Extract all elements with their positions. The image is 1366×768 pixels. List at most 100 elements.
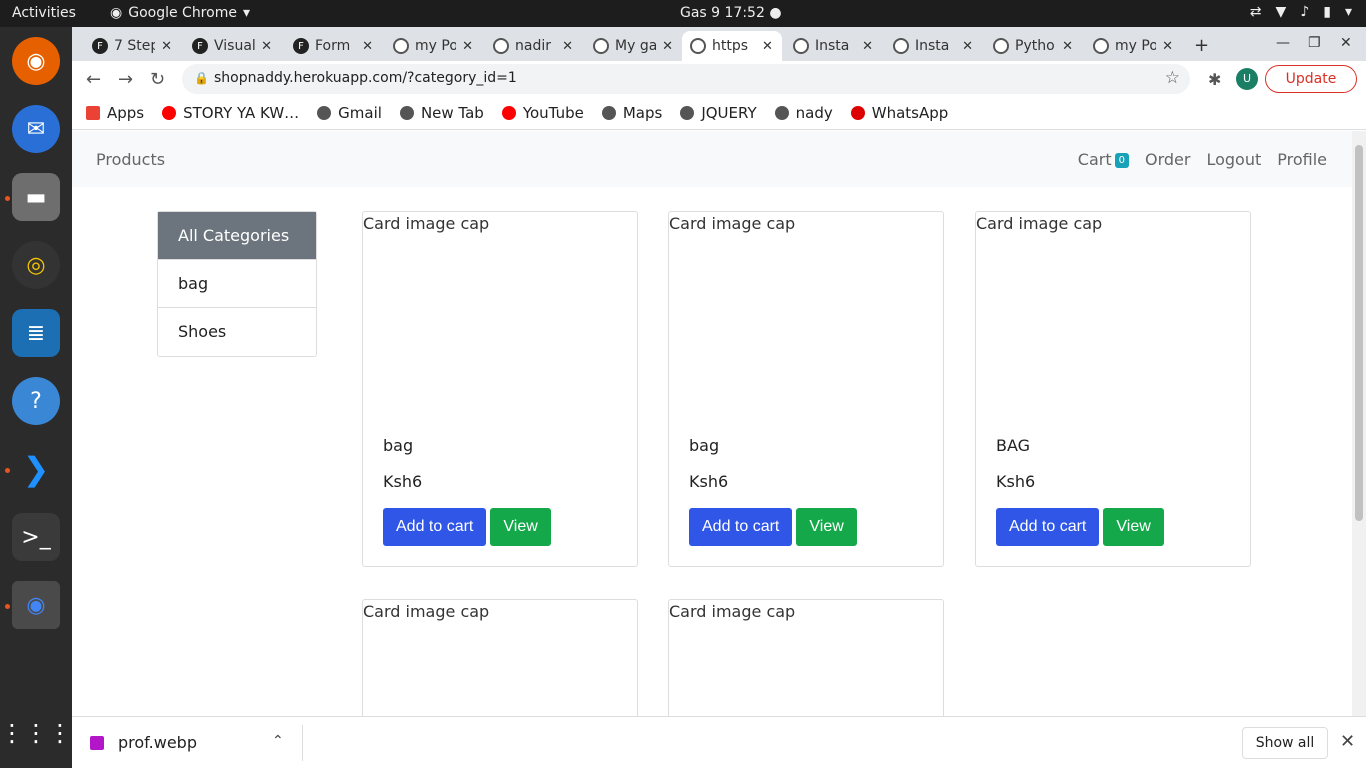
firefox-icon[interactable]: ◉ <box>12 37 60 85</box>
close-tab-icon[interactable]: ✕ <box>1162 39 1173 54</box>
image-file-icon <box>90 735 104 750</box>
restore-icon[interactable]: ❐ <box>1308 35 1321 51</box>
tab[interactable]: F Form ✕ <box>285 31 381 61</box>
bookmark-item[interactable]: New Tab <box>399 104 484 122</box>
bookmark-item[interactable]: Maps <box>601 104 662 122</box>
new-tab-icon[interactable]: + <box>1194 35 1209 56</box>
bookmark-item[interactable]: WhatsApp <box>850 104 948 122</box>
add-to-cart-button[interactable]: Add to cart <box>689 508 793 546</box>
bookmark-star-icon[interactable]: ☆ <box>1165 68 1180 88</box>
tab[interactable]: Pytho ✕ <box>985 31 1081 61</box>
tab[interactable]: my Po ✕ <box>1085 31 1181 61</box>
battery-icon: ▮ <box>1323 4 1331 20</box>
download-filename: prof.webp <box>118 733 197 752</box>
bookmark-item[interactable]: YouTube <box>501 104 584 122</box>
view-button[interactable]: View <box>490 508 551 546</box>
bookmark-item[interactable]: STORY YA KW… <box>162 104 299 122</box>
profile-link[interactable]: Profile <box>1277 150 1327 169</box>
tab[interactable]: https ✕ <box>682 31 782 61</box>
clock[interactable]: Gas 9 17:52 ● <box>680 5 782 21</box>
tab[interactable]: Insta ✕ <box>785 31 881 61</box>
tab-strip: F7 Steps✕FVisual✕FForm✕my Po✕nadir✕My ga… <box>72 27 1366 61</box>
product-price: Ksh6 <box>689 472 729 491</box>
address-bar[interactable]: 🔒 shopnaddy.herokuapp.com/?category_id=1… <box>182 64 1190 94</box>
avatar[interactable]: U <box>1236 68 1258 90</box>
back-icon[interactable]: ← <box>86 69 101 90</box>
bookmark-item[interactable]: nady <box>774 104 833 122</box>
tab[interactable]: My ga ✕ <box>585 31 681 61</box>
add-to-cart-button[interactable]: Add to cart <box>996 508 1100 546</box>
globe-icon <box>593 38 609 54</box>
app-menu[interactable]: ◉ Google Chrome ▾ <box>110 5 250 21</box>
rhythmbox-icon[interactable]: ◎ <box>12 241 60 289</box>
view-button[interactable]: View <box>1103 508 1164 546</box>
globe-icon <box>680 106 695 120</box>
minimize-icon[interactable]: — <box>1276 35 1290 51</box>
show-apps-icon[interactable]: ⋮⋮⋮ <box>0 709 72 757</box>
close-tab-icon[interactable]: ✕ <box>862 39 873 54</box>
close-tab-icon[interactable]: ✕ <box>261 39 272 54</box>
terminal-icon[interactable]: >_ <box>12 513 60 561</box>
tab[interactable]: F Visual ✕ <box>184 31 280 61</box>
close-tab-icon[interactable]: ✕ <box>662 39 673 54</box>
tab-title: Form <box>315 38 351 54</box>
bookmark-item[interactable]: Apps <box>86 104 144 122</box>
update-button[interactable]: Update <box>1265 65 1357 93</box>
writer-icon[interactable]: ≣ <box>12 309 60 357</box>
chevron-up-icon[interactable]: ⌃ <box>272 733 284 749</box>
card-image-broken: Card image cap <box>363 602 490 621</box>
tab-title: my Po <box>1115 38 1157 54</box>
bookmark-label: nady <box>795 104 833 122</box>
bookmark-label: New Tab <box>420 104 484 122</box>
close-tab-icon[interactable]: ✕ <box>462 39 473 54</box>
figma-icon: F <box>293 38 309 54</box>
globe-icon <box>601 106 616 120</box>
activities-button[interactable]: Activities <box>12 5 76 21</box>
vscode-icon[interactable]: ❯ <box>12 445 60 493</box>
apps-icon <box>86 106 100 120</box>
close-window-icon[interactable]: ✕ <box>1340 35 1352 51</box>
tab[interactable]: Insta ✕ <box>885 31 981 61</box>
tab[interactable]: F 7 Steps ✕ <box>84 31 180 61</box>
bookmark-label: Gmail <box>338 104 382 122</box>
files-icon[interactable]: ▬ <box>12 173 60 221</box>
scrollbar-thumb[interactable] <box>1355 145 1363 521</box>
extensions-icon[interactable]: ✱ <box>1208 70 1221 89</box>
cart-link[interactable]: Cart 0 <box>1078 150 1129 169</box>
close-tab-icon[interactable]: ✕ <box>962 39 973 54</box>
volume-icon: ♪ <box>1300 4 1310 20</box>
bookmark-item[interactable]: Gmail <box>317 104 382 122</box>
globe-icon <box>774 106 789 120</box>
web-page: Products Cart 0 Order Logout Profile All … <box>72 131 1352 716</box>
tab[interactable]: nadir ✕ <box>485 31 581 61</box>
card-image-broken: Card image cap <box>976 214 1103 233</box>
system-tray[interactable]: ⇄ ▼ ♪ ▮ ▾ <box>1250 4 1352 20</box>
view-button[interactable]: View <box>796 508 857 546</box>
globe-icon <box>893 38 909 54</box>
category-bag[interactable]: bag <box>158 260 316 308</box>
thunderbird-icon[interactable]: ✉ <box>12 105 60 153</box>
logout-link[interactable]: Logout <box>1206 150 1261 169</box>
order-link[interactable]: Order <box>1145 150 1190 169</box>
category-all[interactable]: All Categories <box>158 212 316 260</box>
close-tab-icon[interactable]: ✕ <box>1062 39 1073 54</box>
chrome-icon[interactable]: ◉ <box>12 581 60 629</box>
page-scrollbar[interactable] <box>1352 131 1366 716</box>
help-icon[interactable]: ? <box>12 377 60 425</box>
tab[interactable]: my Po ✕ <box>385 31 481 61</box>
gnome-top-bar: Activities ◉ Google Chrome ▾ Gas 9 17:52 ●… <box>0 0 1366 27</box>
close-tab-icon[interactable]: ✕ <box>161 39 172 54</box>
close-tab-icon[interactable]: ✕ <box>562 39 573 54</box>
close-icon[interactable]: ✕ <box>1340 731 1355 752</box>
download-item[interactable]: prof.webp <box>90 733 197 752</box>
products-link[interactable]: Products <box>96 150 165 169</box>
globe-icon <box>793 38 809 54</box>
forward-icon[interactable]: → <box>118 69 133 90</box>
add-to-cart-button[interactable]: Add to cart <box>383 508 487 546</box>
reload-icon[interactable]: ↻ <box>150 69 165 90</box>
show-all-button[interactable]: Show all <box>1242 727 1328 759</box>
category-shoes[interactable]: Shoes <box>158 308 316 356</box>
close-tab-icon[interactable]: ✕ <box>362 39 373 54</box>
bookmark-item[interactable]: JQUERY <box>680 104 757 122</box>
close-tab-icon[interactable]: ✕ <box>762 39 773 54</box>
